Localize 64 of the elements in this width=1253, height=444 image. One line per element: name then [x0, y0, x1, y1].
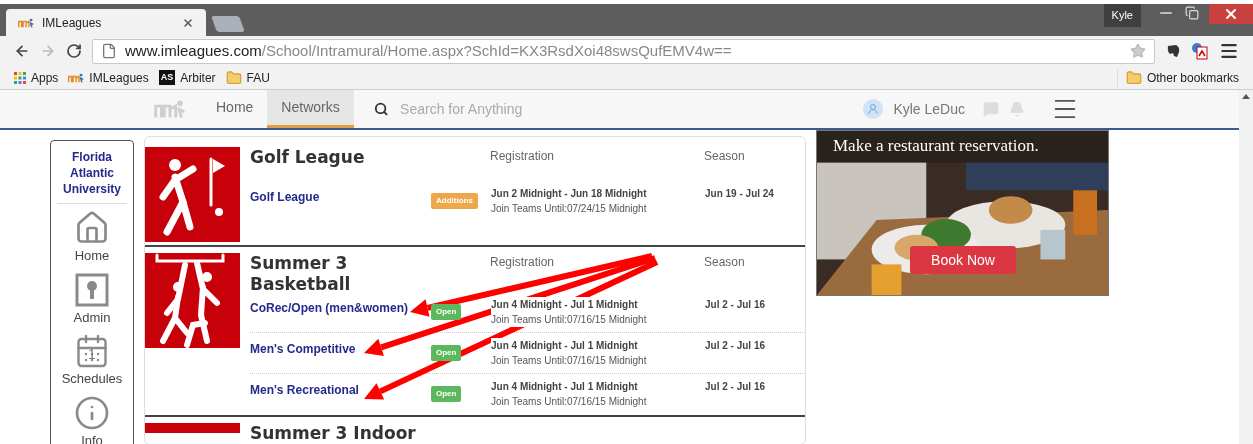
menu-icon[interactable] — [1219, 41, 1239, 61]
join-deadline: Join Teams Until:07/16/15 Midnight — [491, 394, 647, 409]
registration-dates: Jun 4 Midnight - Jul 1 Midnight — [491, 338, 638, 353]
url-text: www.imleagues.com/School/Intramural/Home.aspx?SchId=KX3RsdXoi48swsQufEMV4w== — [125, 40, 733, 61]
join-deadline: Join Teams Until:07/16/15 Midnight — [491, 312, 647, 327]
nav-tab[interactable]: Networks — [267, 90, 354, 128]
user-name[interactable]: Kyle LeDuc — [893, 98, 965, 120]
bookmark-item[interactable]: FAU — [225, 68, 270, 87]
browser-tab[interactable]: IMLeagues — [6, 9, 206, 36]
back-icon[interactable] — [14, 43, 30, 59]
reload-icon[interactable] — [66, 43, 82, 59]
registration-dates: Jun 4 Midnight - Jul 1 Midnight — [491, 379, 638, 394]
ad-headline: Make a restaurant reservation. — [833, 135, 1039, 157]
apps-grid-icon — [14, 71, 26, 84]
column-header: Registration — [490, 148, 556, 165]
book-now-button[interactable]: Book Now — [910, 246, 1016, 274]
home-icon — [74, 210, 110, 246]
column-header: Season — [704, 254, 745, 271]
league-title: Golf League — [250, 147, 366, 168]
bookmark-star-icon[interactable] — [1130, 43, 1146, 59]
other-bookmarks[interactable]: Other bookmarks — [1116, 68, 1239, 87]
new-tab-button[interactable] — [211, 16, 245, 32]
status-badge: Open — [431, 345, 462, 361]
site-logo — [154, 99, 186, 119]
season-dates: Jul 2 - Jul 16 — [705, 339, 767, 353]
nav-tab[interactable]: Home — [202, 90, 268, 128]
site-logo — [18, 16, 34, 29]
pdf-icon[interactable] — [1191, 42, 1209, 60]
season-dates: Jul 2 - Jul 16 — [705, 298, 767, 312]
school-name[interactable]: Florida Atlantic University — [51, 149, 133, 197]
close-icon — [1223, 6, 1239, 22]
bookmark-item[interactable]: AS Arbiter — [158, 68, 216, 87]
site-logo — [68, 71, 85, 84]
close-window-button[interactable] — [1209, 4, 1253, 24]
bookmark-item[interactable]: IMLeagues — [68, 68, 149, 87]
sidebar-item[interactable]: Info — [74, 394, 110, 444]
close-icon[interactable] — [182, 16, 194, 29]
folder-icon — [225, 69, 242, 86]
registration-dates: Jun 2 Midnight - Jun 18 Midnight — [491, 186, 647, 201]
sidebar-item[interactable]: Home — [74, 210, 110, 266]
search-icon — [373, 101, 389, 117]
status-badge: Open — [431, 386, 462, 402]
column-header: Season — [704, 148, 745, 165]
join-deadline: Join Teams Until:07/16/15 Midnight — [491, 353, 647, 368]
league-title: Summer 3 Indoor — [250, 423, 417, 444]
sidebar-item[interactable]: Admin — [73, 271, 111, 327]
address-bar[interactable]: www.imleagues.com/School/Intramural/Home.aspx?SchId=KX3RsdXoi48swsQufEMV4w== — [92, 38, 1155, 64]
info-icon — [74, 394, 110, 431]
column-header: Registration — [490, 254, 556, 271]
profile-name[interactable]: Kyle — [1103, 4, 1141, 27]
season-dates: Jun 19 - Jul 24 — [705, 187, 775, 201]
status-badge: Open — [431, 304, 462, 320]
status-badge: Additions — [431, 193, 478, 209]
page-icon — [101, 43, 117, 59]
search-field[interactable]: Search for Anything — [400, 98, 634, 120]
sidebar-item[interactable]: 1 Schedules — [61, 333, 123, 389]
league-title: Summer 3 Basketball — [250, 253, 352, 295]
join-deadline: Join Teams Until:07/24/15 Midnight — [491, 201, 647, 216]
folder-icon — [1125, 69, 1142, 86]
keyhole-icon — [74, 271, 110, 308]
arbiter-logo: AS — [158, 70, 176, 85]
bookmark-item[interactable]: Apps — [14, 68, 59, 87]
registration-dates: Jun 4 Midnight - Jul 1 Midnight — [491, 297, 638, 312]
season-dates: Jul 2 - Jul 16 — [705, 380, 767, 394]
